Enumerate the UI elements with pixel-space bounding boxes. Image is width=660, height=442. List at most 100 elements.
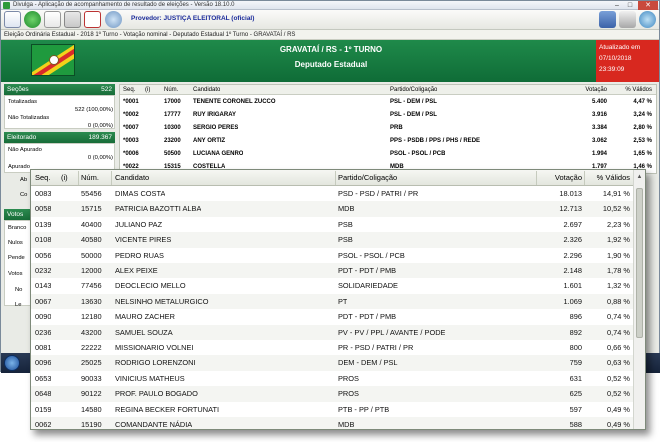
cell-partido: MDB bbox=[338, 204, 355, 214]
start-button-icon[interactable] bbox=[4, 355, 20, 371]
candidate-row[interactable]: 0143 77456 DEOCLECIO MELLO SOLIDARIEDADE 1.6… bbox=[31, 278, 635, 293]
candidate-row[interactable]: 0648 90122 PROF. PAULO BOGADO PROS 625 0,52 % bbox=[31, 386, 635, 402]
popup-col-pct[interactable]: % Válidos bbox=[584, 170, 630, 186]
tools-icon[interactable] bbox=[619, 11, 636, 28]
candidate-row[interactable]: 0056 50000 PEDRO RUAS PSOL - PSOL / PCB 2.29… bbox=[31, 248, 635, 263]
cell-partido: PSD - PSD / PATRI / PR bbox=[338, 189, 419, 198]
cell-candidato: VINICIUS MATHEUS bbox=[115, 373, 185, 383]
close-icon[interactable]: ✕ bbox=[638, 1, 658, 10]
cell-seq: 0236 bbox=[35, 327, 52, 337]
cell-partido: DEM - DEM / PSL bbox=[338, 358, 398, 368]
candidate-row[interactable]: 0058 15715 PATRICIA BAZOTTI ALBA MDB 12.713 1… bbox=[31, 201, 635, 217]
window-title: Divulga - Aplicação de acompanhamento de… bbox=[13, 2, 235, 8]
scroll-thumb[interactable] bbox=[636, 188, 643, 338]
col-votacao[interactable]: Votação bbox=[560, 85, 607, 95]
print-preview-icon[interactable] bbox=[64, 11, 81, 28]
refresh-icon[interactable] bbox=[24, 11, 41, 28]
cell-votacao: 896 bbox=[569, 312, 582, 322]
back-table-row[interactable]: *0006 50500 LUCIANA GENRO PSOL - PSOL / PCB… bbox=[120, 148, 656, 160]
search-icon[interactable] bbox=[105, 11, 122, 28]
candidate-row[interactable]: 0067 13630 NELSINHO METALURGICO PT 1.069 0,88… bbox=[31, 293, 635, 310]
pdf-icon[interactable] bbox=[84, 11, 101, 28]
candidate-row[interactable]: 0232 12000 ALEX PEIXE PDT - PDT / PMB 2.148 1… bbox=[31, 263, 635, 279]
candidate-row[interactable]: 0096 25025 RODRIGO LORENZONI DEM - DEM / PS… bbox=[31, 355, 635, 371]
candidate-row[interactable]: 0653 90033 VINICIUS MATHEUS PROS 631 0,52 % bbox=[31, 371, 635, 386]
cell-num: 23200 bbox=[164, 138, 181, 144]
cell-candidato: JULIANO PAZ bbox=[115, 219, 163, 229]
cell-num: 12180 bbox=[81, 312, 102, 322]
col-partido[interactable]: Partido/Coligação bbox=[390, 85, 437, 95]
popup-col-candidato[interactable]: Candidato bbox=[115, 170, 149, 186]
popup-col-seq[interactable]: Seq. bbox=[35, 170, 50, 186]
cell-seq: *0003 bbox=[123, 138, 139, 144]
cell-seq: 0653 bbox=[35, 373, 52, 383]
back-table-row[interactable]: *0003 23200 ANY ORTIZ PPS - PSDB / PPS / PH… bbox=[120, 135, 656, 147]
cell-pct: 1,78 % bbox=[606, 266, 630, 275]
candidate-row[interactable]: 0090 12180 MAURO ZACHER PDT - PDT / PMB 896 0… bbox=[31, 309, 635, 324]
help-icon[interactable] bbox=[639, 11, 656, 28]
popup-col-votacao[interactable]: Votação bbox=[536, 170, 582, 186]
back-table-row[interactable]: *0007 10300 SERGIO PERES PRB 3.384 2,80 % bbox=[120, 122, 656, 134]
cell-votacao: 892 bbox=[569, 327, 582, 337]
candidate-row[interactable]: 0062 15190 COMANDANTE NÁDIA MDB 588 0,49 % bbox=[31, 417, 635, 429]
title-bar: Divulga - Aplicação de acompanhamento de… bbox=[1, 1, 659, 10]
cell-num: 43200 bbox=[81, 327, 102, 337]
eleitorado-header: Eleitorado 189.367 bbox=[4, 132, 115, 143]
candidate-row[interactable]: 0139 40400 JULIANO PAZ PSB 2.697 2,23 % bbox=[31, 217, 635, 232]
cell-candidato: RODRIGO LORENZONI bbox=[115, 358, 196, 368]
cell-pct: 0,52 % bbox=[606, 389, 630, 399]
candidate-row[interactable]: 0108 40580 VICENTE PIRES PSB 2.326 1,92 % bbox=[31, 232, 635, 248]
col-pct[interactable]: % Válidos bbox=[610, 85, 652, 95]
cell-votacao: 1.069 bbox=[563, 296, 583, 306]
popup-col-num[interactable]: Núm. bbox=[81, 170, 99, 186]
cell-candidato: LUCIANA GENRO bbox=[193, 151, 244, 157]
col-num[interactable]: Núm. bbox=[164, 85, 178, 95]
maximize-icon[interactable]: □ bbox=[624, 1, 636, 10]
cell-votacao: 1.994 bbox=[591, 151, 607, 157]
col-candidato[interactable]: Candidato bbox=[193, 85, 220, 95]
checklist-icon[interactable] bbox=[4, 11, 21, 28]
cell-partido: PR - PSD / PATRI / PR bbox=[338, 343, 414, 352]
col-info[interactable]: (i) bbox=[145, 85, 150, 95]
nao-apurado-label: Não Apurado bbox=[8, 147, 42, 153]
popup-scrollbar[interactable]: ▲ bbox=[633, 170, 645, 429]
cell-num: 17777 bbox=[164, 112, 181, 118]
cell-candidato: ANY ORTIZ bbox=[193, 138, 226, 144]
cell-partido: PRB bbox=[390, 125, 403, 131]
cell-num: 50000 bbox=[81, 250, 102, 260]
candidate-row[interactable]: 0159 14580 REGINA BECKER FORTUNATI PTB - PP… bbox=[31, 402, 635, 417]
candidate-row[interactable]: 0081 22222 MISSIONARIO VOLNEI PR - PSD / PA… bbox=[31, 340, 635, 355]
col-seq[interactable]: Seq. bbox=[123, 85, 135, 95]
back-table-row[interactable]: *0001 17000 TENENTE CORONEL ZUCCO PSL - DEM… bbox=[120, 96, 656, 108]
printer-icon[interactable] bbox=[44, 11, 61, 28]
cell-pct: 10,52 % bbox=[602, 204, 630, 214]
cell-num: 90033 bbox=[81, 373, 102, 383]
popup-col-info[interactable]: (i) bbox=[61, 170, 68, 186]
candidate-row[interactable]: 0083 55456 DIMAS COSTA PSD - PSD / PATRI / … bbox=[31, 186, 635, 201]
ranking-table-background: Seq. (i) Núm. Candidato Partido/Coligaçã… bbox=[119, 84, 657, 174]
cell-num: 55456 bbox=[81, 189, 102, 198]
cell-candidato: REGINA BECKER FORTUNATI bbox=[115, 404, 220, 414]
totalizadas-label: Totalizadas bbox=[8, 99, 38, 105]
cell-votacao: 5.400 bbox=[591, 99, 607, 105]
cell-pct: 0,52 % bbox=[606, 373, 630, 383]
cell-candidato: SERGIO PERES bbox=[193, 125, 239, 131]
popup-col-partido[interactable]: Partido/Coligação bbox=[338, 170, 397, 186]
cell-pct: 0,49 % bbox=[606, 420, 630, 429]
election-info-bar: Eleição Ordinária Estadual - 2018 1º Tur… bbox=[1, 30, 659, 40]
cell-votacao: 1.601 bbox=[563, 281, 583, 291]
cell-partido: PTB - PP / PTB bbox=[338, 404, 390, 414]
cell-num: 50500 bbox=[164, 151, 181, 157]
cell-candidato: DIMAS COSTA bbox=[115, 189, 166, 198]
cell-partido: PROS bbox=[338, 373, 359, 383]
cell-votacao: 3.384 bbox=[591, 125, 607, 131]
back-table-row[interactable]: *0002 17777 RUY IRIGARAY PSL - DEM / PSL 3.9… bbox=[120, 109, 656, 121]
exit-icon[interactable] bbox=[599, 11, 616, 28]
cell-num: 13630 bbox=[81, 296, 102, 306]
scroll-up-icon[interactable]: ▲ bbox=[634, 172, 645, 183]
cell-candidato: TENENTE CORONEL ZUCCO bbox=[193, 99, 276, 105]
popup-table-header: Seq. (i) Núm. Candidato Partido/Coligaçã… bbox=[31, 170, 635, 186]
candidate-row[interactable]: 0236 43200 SAMUEL SOUZA PV - PV / PPL / AVA… bbox=[31, 324, 635, 340]
cell-pct: 2,80 % bbox=[633, 125, 652, 131]
minimize-icon[interactable]: – bbox=[611, 1, 623, 10]
